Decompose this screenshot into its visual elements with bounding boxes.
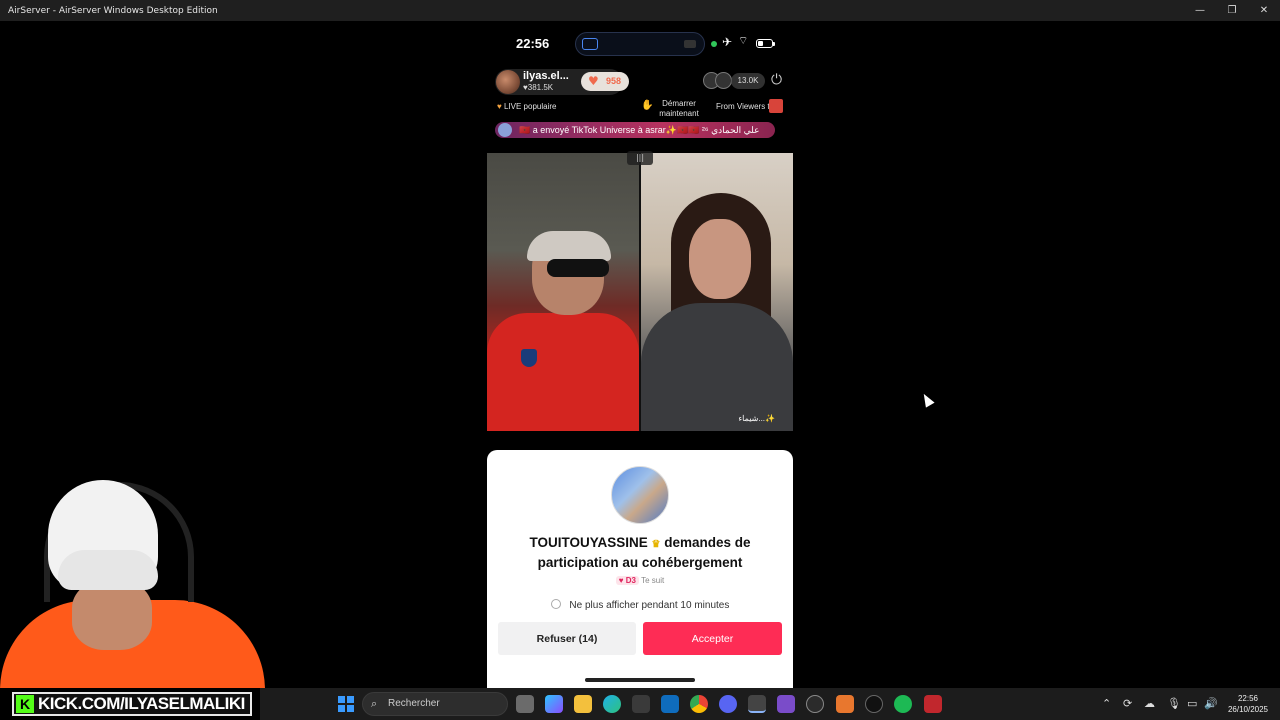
start-now-link[interactable]: ✋ Démarrer maintenant (641, 99, 714, 119)
gift-banner: 🇲🇦 a envoyé TikTok Universe à asrar✨🇲🇦🇲🇦… (495, 122, 775, 138)
task-view-icon[interactable] (516, 695, 534, 713)
camera-icon (684, 40, 696, 48)
host-cap (527, 231, 611, 261)
mute-option-radio[interactable] (550, 599, 561, 609)
host-jacket (487, 313, 639, 431)
viewer-count[interactable]: 13.0K (731, 73, 765, 89)
live-popular-label: LIVE populaire (503, 102, 557, 111)
host-avatar[interactable] (496, 70, 520, 94)
volume-icon[interactable]: 🔊 (1204, 697, 1218, 710)
battery-icon (756, 39, 775, 48)
start-button[interactable] (338, 696, 354, 712)
airplane-icon: ✈ (722, 35, 733, 49)
accept-button[interactable]: Accepter (643, 622, 782, 655)
guest-face (689, 219, 751, 299)
coins-value: 958 (606, 76, 622, 86)
edge-icon[interactable] (603, 695, 621, 713)
battery-fill (758, 41, 763, 46)
discord-icon[interactable] (719, 695, 737, 713)
file-explorer-icon[interactable] (574, 695, 592, 713)
host-info-pill[interactable]: ilyas.el... ♥381.5K ♥ 958 (495, 69, 629, 95)
close-button[interactable]: ✕ (1248, 0, 1280, 21)
phone-clock: 22:56 (516, 36, 550, 51)
microphone-icon[interactable]: 🎙 (1167, 697, 1181, 710)
obs-icon[interactable] (865, 695, 883, 713)
minimize-button[interactable]: — (1184, 0, 1216, 21)
host-sunglasses (547, 259, 609, 277)
copilot-icon[interactable] (545, 695, 563, 713)
hand-icon: ✋ (641, 100, 654, 111)
live-popular-link[interactable]: ♥ LIVE populaire (497, 102, 556, 111)
requester-meta: ♥ D3 Te suit (487, 576, 793, 585)
from-viewers-label: From Viewers to (716, 102, 775, 111)
gifter-avatar (498, 123, 512, 137)
start-now-label: Démarrer maintenant (659, 99, 699, 118)
gift-box-icon[interactable] (769, 99, 783, 113)
chrome-icon[interactable] (690, 695, 708, 713)
cohost-request-modal: TOUITOUYASSINE ♛ demandes de participati… (487, 450, 793, 690)
pip-icon (582, 38, 598, 50)
flame-icon: ♥ (497, 102, 502, 111)
cohost-video-split[interactable]: شيماء...✨ ||| (487, 151, 793, 431)
camera-active-dot (711, 41, 717, 47)
restore-button[interactable]: ❐ (1216, 0, 1248, 21)
follows-label: Te suit (641, 576, 665, 585)
wifi-icon: ⌔ (738, 34, 749, 47)
game-controller-icon[interactable] (777, 695, 795, 713)
power-icon[interactable]: ⏻ (771, 72, 782, 88)
coins-pill[interactable]: ♥ 958 (581, 72, 629, 91)
window-titlebar: AirServer - AirServer Windows Desktop Ed… (0, 0, 1280, 21)
split-layout-handle[interactable]: ||| (627, 151, 653, 165)
streamer-cap-brim (58, 550, 158, 590)
clock-date: 26/10/2025 (1227, 705, 1269, 714)
cloud-icon[interactable]: ☁ (1144, 697, 1155, 710)
taskbar-search[interactable]: ⌕ Rechercher (362, 692, 508, 716)
mute-option-label: Ne plus afficher pendant 10 minutes (569, 600, 730, 611)
phone-status-bar: 22:56 ✈ ⌔ (487, 31, 793, 57)
heart-icon: ♥ (588, 74, 599, 88)
host-camera-feed[interactable] (487, 153, 639, 431)
display-icon[interactable]: ▭ (1187, 697, 1197, 710)
mouse-cursor (919, 391, 935, 408)
clock-time: 22:56 (1237, 694, 1259, 703)
kick-url: KICK.COM/ILYASELMALIKI (38, 694, 245, 713)
kick-logo-icon: K (16, 695, 34, 713)
airserver-icon[interactable] (748, 695, 766, 713)
search-placeholder: Rechercher (388, 698, 440, 709)
steam-icon[interactable] (806, 695, 824, 713)
home-indicator (585, 678, 695, 682)
host-name: ilyas.el... (523, 70, 569, 82)
taskbar-clock[interactable]: 22:56 26/10/2025 (1218, 693, 1278, 715)
search-icon: ⌕ (371, 697, 378, 710)
window-title: AirServer - AirServer Windows Desktop Ed… (8, 5, 218, 16)
kick-channel-banner: K KICK.COM/ILYASELMALIKI (12, 692, 252, 716)
guest-hoodie (641, 303, 793, 431)
live-info-line: ♥ LIVE populaire ✋ Démarrer maintenant F… (487, 99, 793, 121)
refuse-button[interactable]: Refuser (14) (498, 622, 636, 655)
fcb-badge (521, 349, 537, 367)
guest-camera-feed[interactable]: شيماء...✨ (641, 153, 793, 431)
windows-taskbar: ⌕ Rechercher ⌃ ⟳ ☁ 🎙 ▭ 🔊 22:56 26/10/202… (260, 688, 1280, 720)
dynamic-island (575, 32, 705, 56)
gift-banner-text: 🇲🇦 a envoyé TikTok Universe à asrar✨🇲🇦🇲🇦… (519, 125, 760, 135)
store-icon[interactable] (632, 695, 650, 713)
requester-name[interactable]: TOUITOUYASSINE (529, 535, 647, 550)
app-icon[interactable] (924, 695, 942, 713)
crown-icon: ♛ (651, 539, 661, 550)
viewer-list[interactable]: 13.0K (703, 71, 765, 91)
requester-avatar[interactable] (611, 466, 669, 524)
viewer-avatar[interactable] (715, 72, 732, 89)
host-likes: ♥381.5K (523, 83, 554, 92)
spotify-icon[interactable] (894, 695, 912, 713)
vlc-icon[interactable] (836, 695, 854, 713)
level-badge: ♥ D3 (615, 576, 639, 585)
request-title: TOUITOUYASSINE ♛ demandes de participati… (507, 534, 773, 572)
chevron-up-icon[interactable]: ⌃ (1102, 697, 1111, 710)
outlook-icon[interactable] (661, 695, 679, 713)
streamer-webcam-overlay (0, 470, 265, 688)
sync-icon[interactable]: ⟳ (1123, 697, 1132, 710)
mute-option-row[interactable]: Ne plus afficher pendant 10 minutes (487, 599, 793, 611)
guest-name-tag[interactable]: شيماء...✨ (738, 414, 775, 423)
